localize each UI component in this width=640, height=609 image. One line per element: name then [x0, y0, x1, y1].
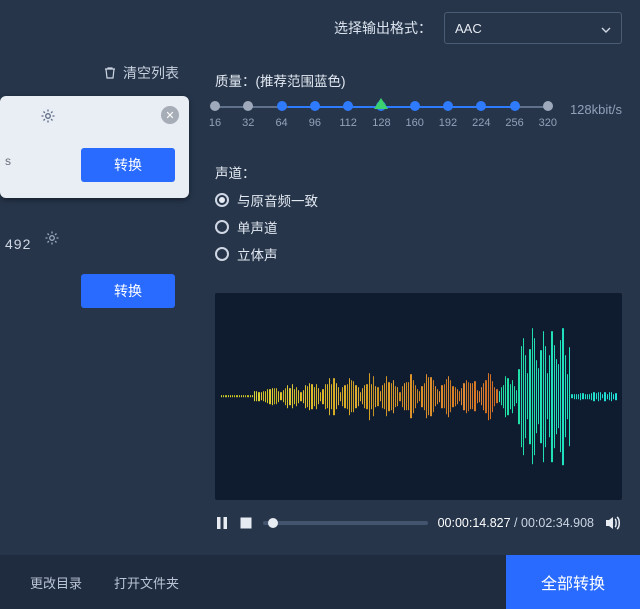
- file-list-pane: 清空列表 ✕ s 转换 492 转换: [0, 56, 197, 546]
- bitrate-slider[interactable]: 16326496112128160192224256320 128kbit/s: [215, 100, 622, 136]
- trash-icon: [103, 66, 117, 80]
- time-total: 00:02:34.908: [521, 516, 594, 530]
- list-item-tag: s: [5, 154, 11, 168]
- stop-button[interactable]: [239, 516, 253, 530]
- radio-icon: [215, 247, 229, 261]
- main-area: 清空列表 ✕ s 转换 492 转换 质量：(推荐范围蓝色) 163264961…: [0, 56, 640, 546]
- channel-option-label: 与原音频一致: [237, 190, 318, 210]
- settings-pane: 质量：(推荐范围蓝色) 1632649611212816019222425632…: [197, 56, 640, 546]
- clear-list-button[interactable]: 清空列表: [0, 56, 197, 90]
- output-format-value: AAC: [455, 21, 482, 36]
- radio-icon: [215, 220, 229, 234]
- bottom-bar: 更改目录 打开文件夹 全部转换: [0, 555, 640, 609]
- top-bar: 选择输出格式： AAC: [0, 0, 640, 56]
- output-format-label: 选择输出格式：: [334, 18, 432, 38]
- chevron-down-icon: [601, 23, 611, 33]
- channel-group: 声道： 与原音频一致单声道立体声: [215, 162, 622, 271]
- bitrate-value: 128kbit/s: [570, 102, 622, 117]
- time-current: 00:00:14.827: [438, 516, 511, 530]
- change-dir-button[interactable]: 更改目录: [14, 567, 98, 598]
- gear-icon[interactable]: [44, 230, 60, 246]
- waveform-display: [215, 293, 622, 500]
- progress-knob[interactable]: [268, 518, 278, 528]
- clear-list-label: 清空列表: [123, 63, 179, 83]
- channel-option-label: 单声道: [237, 217, 278, 237]
- convert-button[interactable]: 转换: [81, 274, 175, 308]
- gear-icon[interactable]: [40, 108, 56, 124]
- player-controls: 00:00:14.827 / 00:02:34.908: [215, 506, 622, 540]
- output-format-select[interactable]: AAC: [444, 12, 622, 44]
- bitrate-pointer[interactable]: [374, 98, 388, 109]
- close-icon[interactable]: ✕: [161, 106, 179, 124]
- channel-option[interactable]: 与原音频一致: [215, 190, 622, 210]
- radio-icon: [215, 193, 229, 207]
- list-item-number: 492: [5, 236, 31, 252]
- channel-option-label: 立体声: [237, 244, 278, 264]
- convert-button[interactable]: 转换: [81, 148, 175, 182]
- list-item[interactable]: 492 转换: [0, 218, 189, 324]
- pause-button[interactable]: [215, 516, 229, 530]
- volume-icon[interactable]: [604, 514, 622, 532]
- channel-option[interactable]: 立体声: [215, 244, 622, 264]
- convert-all-button[interactable]: 全部转换: [506, 555, 640, 609]
- channel-title: 声道：: [215, 162, 622, 182]
- list-item[interactable]: ✕ s 转换: [0, 96, 189, 198]
- open-folder-button[interactable]: 打开文件夹: [98, 567, 195, 598]
- progress-bar[interactable]: [263, 521, 428, 525]
- time-display: 00:00:14.827 / 00:02:34.908: [438, 516, 594, 530]
- quality-label: 质量：(推荐范围蓝色): [215, 70, 622, 90]
- channel-option[interactable]: 单声道: [215, 217, 622, 237]
